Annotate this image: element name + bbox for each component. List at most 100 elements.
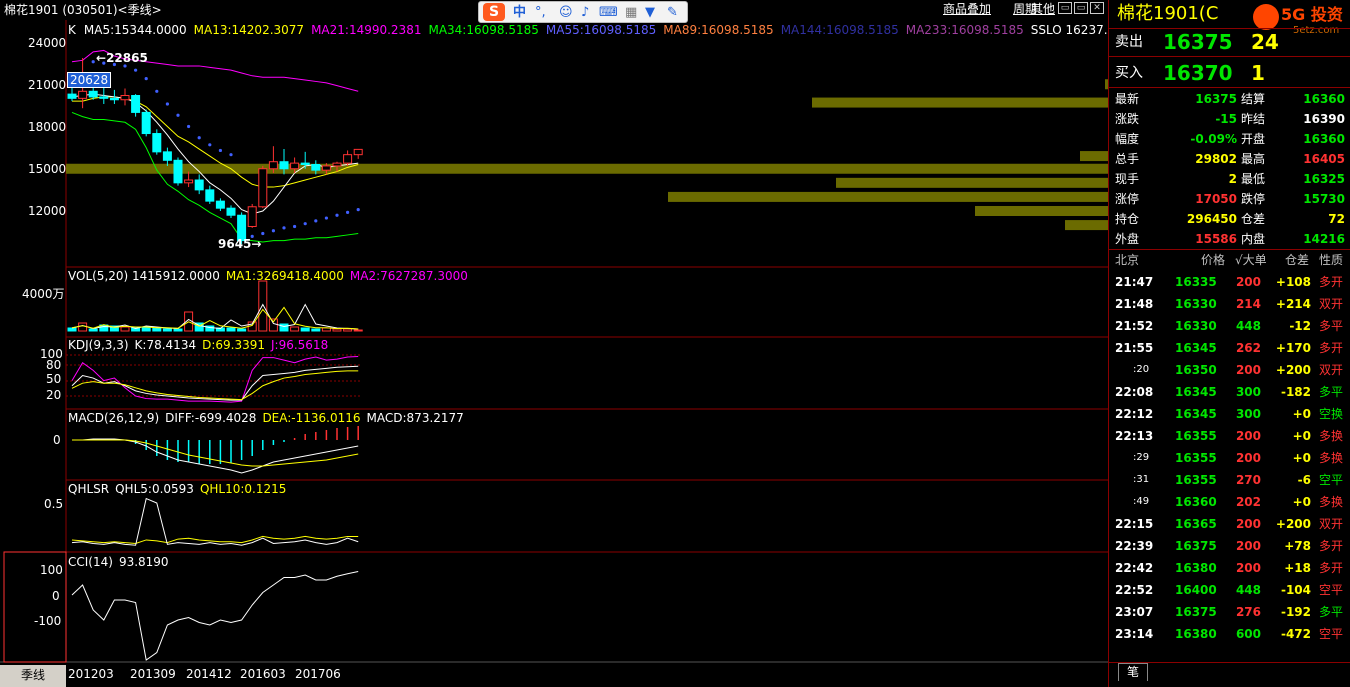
stat-row: 涨跌 -15 昨结 16390 xyxy=(1109,109,1350,129)
tick-time: 23:14 xyxy=(1115,627,1154,641)
tick-row[interactable]: 22:08 16345 300 -182 多平 xyxy=(1109,382,1350,402)
candle-body xyxy=(215,200,225,209)
tick-row[interactable]: 23:07 16375 276 -192 多平 xyxy=(1109,602,1350,622)
stat-label: 涨停 xyxy=(1115,192,1140,206)
restore-icon[interactable]: ▭ xyxy=(1058,2,1072,14)
qhlsr-header: QHLSR QHL5:0.0593 QHL10:0.1215 xyxy=(68,482,292,496)
ma-value: MA89:16098.5185 xyxy=(663,23,774,37)
smile-icon[interactable]: ☺ xyxy=(559,5,573,21)
tick-diff: -182 xyxy=(1280,385,1311,399)
y-tick: 21000 xyxy=(28,78,67,92)
cci-header: CCI(14) 93.8190 xyxy=(68,555,175,569)
app-window: 棉花1901 (030501)<季线> S 中 °, ☺ ♪ ⌨ ▦ ▼ ✎ 商… xyxy=(0,0,1350,687)
indicator-value: MACD:873.2177 xyxy=(366,411,464,425)
indicator-value: MA2:7627287.3000 xyxy=(349,269,468,283)
tick-volume: 200 xyxy=(1235,517,1261,531)
tick-price: 16375 xyxy=(1175,605,1217,619)
stat-row: 外盘 15586 内盘 14216 xyxy=(1109,229,1350,249)
tick-diff: +200 xyxy=(1275,363,1311,377)
candle-body xyxy=(258,168,268,208)
ime-mode-label[interactable]: 中 xyxy=(513,5,526,21)
tick-nature: 多换 xyxy=(1319,429,1344,443)
tick-row[interactable]: :20 16350 200 +200 双开 xyxy=(1109,360,1350,380)
mic-icon[interactable]: ♪ xyxy=(581,5,589,21)
tick-time: 21:55 xyxy=(1115,341,1154,355)
tick-price: 16330 xyxy=(1175,297,1217,311)
candle-body xyxy=(194,179,204,191)
stat-value: 2 xyxy=(1228,172,1237,186)
tick-volume: 448 xyxy=(1235,319,1261,333)
tick-row[interactable]: :31 16355 270 -6 空平 xyxy=(1109,470,1350,490)
stat-value: 29802 xyxy=(1195,152,1237,166)
cursor-price-label: 20628 xyxy=(67,72,112,88)
tick-volume: 262 xyxy=(1235,341,1261,355)
tick-diff: -12 xyxy=(1289,319,1311,333)
indicator-value: J:96.5618 xyxy=(271,338,329,352)
keyboard-icon[interactable]: ⌨ xyxy=(599,5,618,21)
overlay-button[interactable]: 商品叠加 xyxy=(943,2,991,16)
tick-nature: 多平 xyxy=(1319,319,1344,333)
tick-header-price: 价格 xyxy=(1201,253,1226,267)
ime-punct-label[interactable]: °, xyxy=(535,5,546,21)
low-annotation: 9645→ xyxy=(218,237,262,251)
tick-row[interactable]: 21:47 16335 200 +108 多开 xyxy=(1109,272,1350,292)
candle-body xyxy=(78,90,88,99)
ime-toolbar[interactable]: S 中 °, ☺ ♪ ⌨ ▦ ▼ ✎ xyxy=(478,1,688,23)
wrench-icon[interactable]: ✎ xyxy=(667,5,678,21)
tick-row[interactable]: 21:52 16330 448 -12 多平 xyxy=(1109,316,1350,336)
volume-bar xyxy=(67,327,77,332)
toolbox-icon[interactable]: ▦ xyxy=(625,5,637,21)
shirt-icon[interactable]: ▼ xyxy=(645,5,655,21)
volume-bar xyxy=(162,328,172,332)
tick-row[interactable]: 22:39 16375 200 +78 多开 xyxy=(1109,536,1350,556)
candle-body xyxy=(152,133,162,153)
tick-time: 22:39 xyxy=(1115,539,1154,553)
tick-header-nature: 性质 xyxy=(1319,253,1344,267)
tile-icon[interactable]: ▭ xyxy=(1074,2,1088,14)
tick-row[interactable]: :29 16355 200 +0 多换 xyxy=(1109,448,1350,468)
vol-y-tick: 4000万 xyxy=(22,287,65,301)
volume-profile-bar xyxy=(66,163,1108,174)
tick-diff: -104 xyxy=(1280,583,1311,597)
tick-row[interactable]: :49 16360 202 +0 多换 xyxy=(1109,492,1350,512)
tick-row[interactable]: 21:48 16330 214 +214 双开 xyxy=(1109,294,1350,314)
stat-label: 最低 xyxy=(1241,172,1266,186)
volume-bar xyxy=(152,327,162,332)
close-icon[interactable]: ✕ xyxy=(1090,2,1104,14)
stat-value: -0.09% xyxy=(1190,132,1237,146)
tick-row[interactable]: 23:14 16380 600 -472 空平 xyxy=(1109,624,1350,644)
tick-time: :20 xyxy=(1133,364,1150,375)
other-button[interactable]: 其他 xyxy=(1031,2,1055,16)
tab-ticks[interactable]: 笔 xyxy=(1118,663,1148,681)
kdj-d-line xyxy=(71,370,359,401)
tick-row[interactable]: 22:52 16400 448 -104 空平 xyxy=(1109,580,1350,600)
tick-row[interactable]: 22:15 16365 200 +200 双开 xyxy=(1109,514,1350,534)
cci-y-tick: 100 xyxy=(40,563,63,577)
candle-body xyxy=(99,96,109,99)
candle-body xyxy=(173,159,183,184)
macd-header: MACD(26,12,9) DIFF:-699.4028 DEA:-1136.011… xyxy=(68,411,470,425)
brand-url: 5etz.com xyxy=(1293,25,1340,36)
period-tab[interactable]: 季线 xyxy=(0,665,66,687)
stat-label: 最高 xyxy=(1241,152,1266,166)
stat-value: 16360 xyxy=(1303,92,1345,106)
tick-volume: 202 xyxy=(1235,495,1261,509)
volume-profile-bar xyxy=(668,191,1108,202)
tick-row[interactable]: 21:55 16345 262 +170 多开 xyxy=(1109,338,1350,358)
tick-diff: +108 xyxy=(1275,275,1311,289)
tick-header-big[interactable]: √大单 xyxy=(1235,253,1267,267)
tick-row[interactable]: 22:12 16345 300 +0 空换 xyxy=(1109,404,1350,424)
y-tick: 18000 xyxy=(28,120,67,134)
tick-row[interactable]: 22:13 16355 200 +0 多换 xyxy=(1109,426,1350,446)
stat-value: 16405 xyxy=(1303,152,1345,166)
tick-diff: +170 xyxy=(1275,341,1311,355)
indicator-value: K:78.4134 xyxy=(134,338,197,352)
tick-price: 16365 xyxy=(1175,517,1217,531)
sogou-logo-icon[interactable]: S xyxy=(483,3,505,21)
tick-price: 16355 xyxy=(1175,429,1217,443)
sar-dot xyxy=(144,77,148,81)
tick-row[interactable]: 22:42 16380 200 +18 多开 xyxy=(1109,558,1350,578)
tick-time: 22:12 xyxy=(1115,407,1154,421)
candle-body xyxy=(300,162,310,166)
volume-bar xyxy=(343,328,353,332)
